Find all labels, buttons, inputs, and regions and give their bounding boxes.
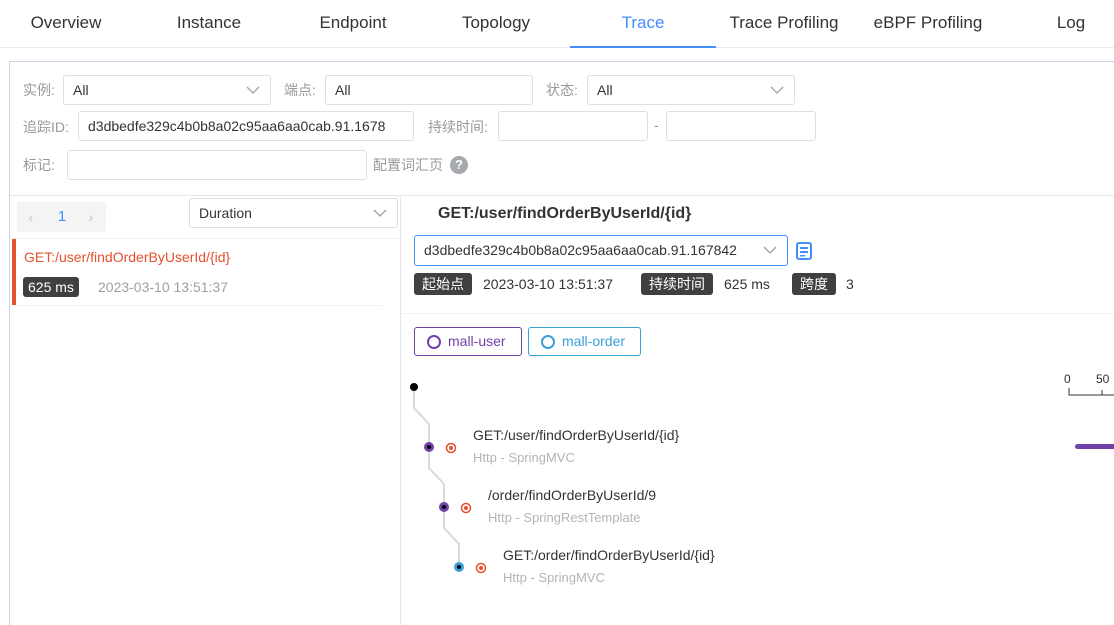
instance-select[interactable]: All — [63, 75, 271, 105]
chevron-down-icon — [246, 86, 260, 94]
endpoint-input[interactable]: All — [325, 75, 533, 105]
timeline-axis — [1068, 388, 1114, 396]
endpoint-label: 端点: — [284, 82, 316, 98]
tab-ebpf-profiling[interactable]: eBPF Profiling — [862, 0, 994, 48]
span-count-label-badge: 跨度 — [792, 273, 836, 295]
service-tag-label: mall-user — [448, 333, 506, 349]
status-select[interactable]: All — [587, 75, 795, 105]
span-name[interactable]: GET:/order/findOrderByUserId/{id} — [503, 547, 715, 563]
sort-select[interactable]: Duration — [189, 198, 398, 228]
service-tag-mall-order[interactable]: mall-order — [528, 327, 641, 356]
axis-tick-50: 50 — [1096, 372, 1110, 386]
instance-label: 实例: — [23, 82, 55, 98]
list-item-time: 2023-03-10 13:51:37 — [98, 279, 228, 295]
trace-id-select-value: d3dbedfe329c4b0b8a02c95aa6aa0cab.91.1678… — [424, 242, 737, 258]
tab-overview[interactable]: Overview — [10, 0, 122, 48]
sort-select-value: Duration — [199, 205, 252, 221]
duration-label: 持续时间: — [428, 119, 488, 135]
list-top-divider — [10, 238, 400, 239]
trace-id-label: 追踪ID: — [23, 119, 69, 135]
pagination: ‹ 1 › — [17, 202, 106, 232]
span-type: Http - SpringMVC — [503, 570, 605, 585]
trace-detail-title: GET:/user/findOrderByUserId/{id} — [438, 205, 692, 222]
list-item-divider — [16, 305, 383, 306]
tab-log[interactable]: Log — [1040, 0, 1102, 48]
span-tree-lines — [413, 386, 460, 566]
endpoint-input-value: All — [335, 82, 351, 98]
duration-value: 625 ms — [724, 276, 770, 292]
trace-id-input[interactable]: d3dbedfe329c4b0b8a02c95aa6aa0cab.91.1678 — [78, 111, 414, 141]
span-name[interactable]: GET:/user/findOrderByUserId/{id} — [473, 427, 679, 443]
span-type: Http - SpringMVC — [473, 450, 575, 465]
list-item-title: GET:/user/findOrderByUserId/{id} — [24, 249, 231, 265]
page-number[interactable]: 1 — [55, 208, 69, 225]
span-name[interactable]: /order/findOrderByUserId/9 — [488, 487, 656, 503]
service-tag-label: mall-order — [562, 333, 626, 349]
span-duration-bar[interactable] — [1075, 444, 1114, 449]
service-tag-mall-user[interactable]: mall-user — [414, 327, 522, 356]
span-node-3 — [454, 562, 487, 574]
axis-tick-0: 0 — [1064, 372, 1071, 386]
tags-label: 标记: — [23, 157, 55, 173]
circle-icon — [427, 335, 441, 349]
status-select-value: All — [597, 82, 613, 98]
tab-trace-profiling[interactable]: Trace Profiling — [721, 0, 847, 48]
tags-config-link[interactable]: 配置词汇页 — [373, 155, 443, 175]
root-node-dot — [410, 383, 418, 391]
start-label-badge: 起始点 — [414, 273, 472, 295]
tab-endpoint[interactable]: Endpoint — [297, 0, 409, 48]
detail-divider — [401, 313, 1114, 314]
document-icon[interactable] — [796, 242, 812, 260]
duration-min-input[interactable] — [498, 111, 648, 141]
trace-id-input-value: d3dbedfe329c4b0b8a02c95aa6aa0cab.91.1678 — [88, 118, 386, 134]
span-node-1 — [424, 442, 457, 454]
start-value: 2023-03-10 13:51:37 — [483, 276, 613, 292]
chevron-right-icon[interactable]: › — [85, 209, 97, 225]
chevron-down-icon — [770, 86, 784, 94]
duration-label-badge: 持续时间 — [641, 273, 713, 295]
duration-separator: - — [654, 117, 659, 133]
tab-topology[interactable]: Topology — [440, 0, 552, 48]
list-item-duration-badge: 625 ms — [23, 277, 79, 297]
instance-select-value: All — [73, 82, 89, 98]
chevron-down-icon — [763, 243, 777, 257]
chevron-left-icon[interactable]: ‹ — [25, 209, 37, 225]
circle-icon — [541, 335, 555, 349]
list-item-error-bar — [12, 239, 16, 305]
question-icon[interactable]: ? — [450, 156, 468, 174]
duration-max-input[interactable] — [666, 111, 816, 141]
span-node-2 — [439, 502, 472, 514]
panel-divider — [10, 195, 1114, 196]
tab-instance[interactable]: Instance — [153, 0, 265, 48]
chevron-down-icon — [373, 209, 387, 217]
status-label: 状态: — [546, 82, 578, 98]
trace-id-select[interactable]: d3dbedfe329c4b0b8a02c95aa6aa0cab.91.1678… — [414, 235, 788, 266]
tags-input[interactable] — [67, 150, 367, 180]
tab-trace[interactable]: Trace — [570, 0, 716, 48]
span-count-value: 3 — [846, 276, 854, 292]
top-tabs: Overview Instance Endpoint Topology Trac… — [0, 0, 1114, 48]
span-type: Http - SpringRestTemplate — [488, 510, 641, 525]
